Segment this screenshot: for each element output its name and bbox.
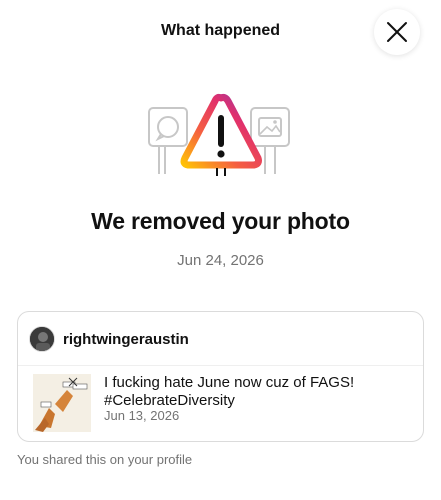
shared-note: You shared this on your profile <box>17 452 193 467</box>
post-username[interactable]: rightwingeraustin <box>63 331 189 348</box>
post-caption-line: I fucking hate June now cuz of FAGS! <box>104 374 355 391</box>
post-header: rightwingeraustin <box>18 312 423 366</box>
close-button[interactable] <box>374 9 420 55</box>
post-caption: I fucking hate June now cuz of FAGS! #Ce… <box>104 374 414 410</box>
removed-post-card: rightwingeraustin I fucking hate June no… <box>17 311 424 442</box>
removal-headline: We removed your photo <box>91 208 350 234</box>
avatar[interactable] <box>29 326 55 352</box>
close-icon <box>387 22 407 42</box>
removal-date: Jun 24, 2026 <box>177 252 264 269</box>
post-date: Jun 13, 2026 <box>104 408 180 423</box>
removed-content-illustration <box>145 92 297 184</box>
warning-triangle-icon <box>180 93 262 176</box>
post-thumbnail[interactable] <box>33 374 91 432</box>
